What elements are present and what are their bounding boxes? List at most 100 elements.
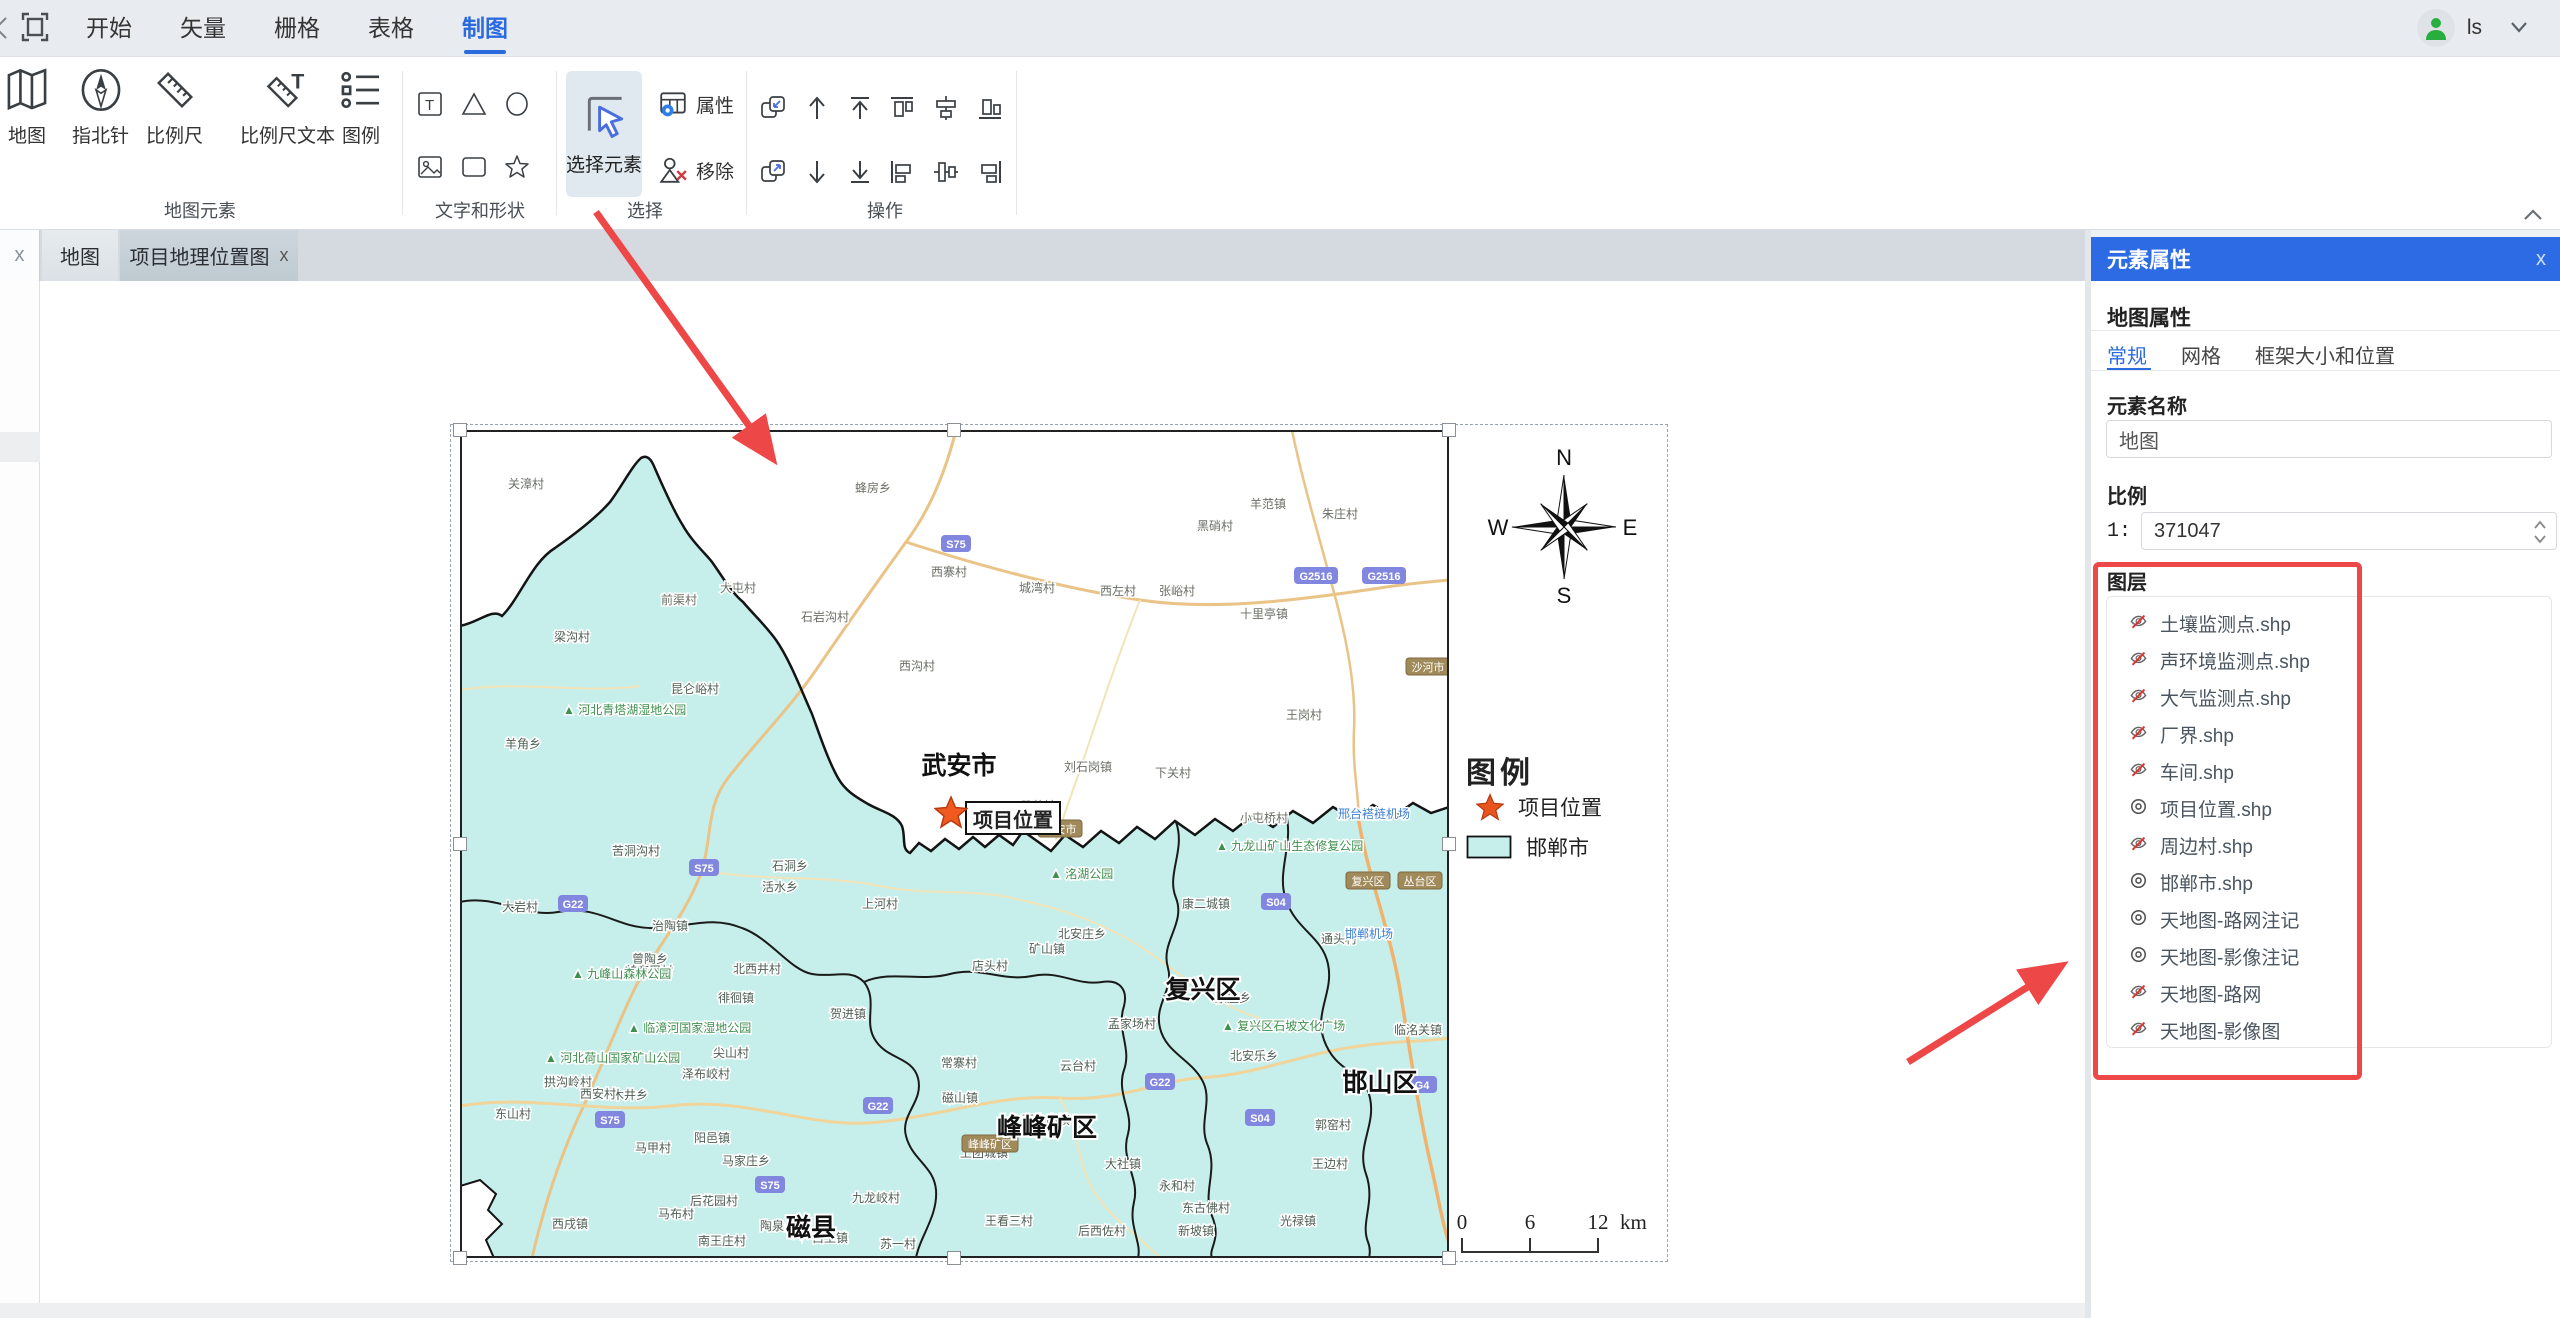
triangle-shape-icon[interactable]	[460, 90, 488, 118]
map-element-button[interactable]: 地图	[4, 67, 50, 148]
svg-text:贺进镇: 贺进镇	[830, 1007, 866, 1021]
svg-text:羊角乡: 羊角乡	[505, 736, 541, 751]
compass-rose: N S W E	[1484, 447, 1644, 607]
ribbon-divider	[556, 71, 557, 215]
tab-strip-close[interactable]: x	[0, 230, 40, 281]
svg-text:常寨村: 常寨村	[941, 1055, 977, 1070]
svg-text:泽布峧村: 泽布峧村	[682, 1066, 730, 1081]
svg-text:S75: S75	[946, 539, 966, 551]
selection-handle-w[interactable]	[453, 837, 467, 851]
svg-text:西沟村: 西沟村	[899, 659, 935, 673]
svg-text:孟家场村: 孟家场村	[1108, 1016, 1156, 1031]
tab-close-icon[interactable]: x	[280, 245, 289, 266]
svg-text:徘徊镇: 徘徊镇	[718, 991, 754, 1005]
align-top-icon[interactable]	[887, 93, 917, 123]
panel-tab-grid[interactable]: 网格	[2181, 340, 2221, 369]
rectangle-shape-icon[interactable]	[460, 153, 488, 181]
tab-map[interactable]: 地图	[42, 230, 118, 281]
svg-text:蜂房乡: 蜂房乡	[855, 480, 891, 495]
scale-spinner-input[interactable]: 371047	[2141, 512, 2557, 550]
svg-text:武安市: 武安市	[921, 751, 996, 780]
svg-text:N: N	[1556, 447, 1572, 470]
legend-fill-swatch	[1466, 835, 1512, 859]
spinner-arrows-icon[interactable]	[2532, 517, 2548, 547]
map-element-label: 地图	[8, 121, 46, 148]
scalebar-icon	[152, 67, 198, 113]
properties-icon	[658, 89, 688, 119]
properties-button[interactable]: 属性	[658, 89, 734, 119]
svg-text:石洞乡: 石洞乡	[772, 859, 808, 873]
move-down-icon[interactable]	[802, 157, 832, 187]
legend-button[interactable]: 图例	[338, 67, 384, 148]
scale-label: 比例	[2107, 480, 2147, 509]
text-box-icon[interactable]: T	[416, 90, 444, 118]
svg-text:城湾村: 城湾村	[1019, 580, 1055, 595]
scale-prefix: 1:	[2107, 520, 2131, 543]
selection-handle-s[interactable]	[947, 1251, 961, 1265]
remove-button[interactable]: 移除	[658, 155, 734, 185]
svg-text:▲ 九峰山森林公园: ▲ 九峰山森林公园	[572, 966, 671, 981]
selection-handle-n[interactable]	[947, 423, 961, 437]
align-right-icon[interactable]	[975, 157, 1005, 187]
svg-text:临洺关镇: 临洺关镇	[1394, 1022, 1442, 1037]
legend-label: 图例	[342, 121, 380, 148]
legend-item-handan: 邯郸市	[1466, 832, 1589, 862]
svg-text:邯郸机场: 邯郸机场	[1345, 926, 1393, 941]
align-center-v-icon[interactable]	[931, 157, 961, 187]
selection-handle-nw[interactable]	[453, 423, 467, 437]
remove-label: 移除	[696, 157, 734, 184]
svg-text:G22: G22	[868, 1101, 889, 1113]
legend-item-project-location: 项目位置	[1476, 792, 1602, 822]
group-operations: 操作	[760, 197, 1010, 223]
svg-text:新坡镇: 新坡镇	[1178, 1223, 1214, 1238]
ellipse-shape-icon[interactable]	[503, 90, 531, 118]
panel-tabs: 常规 网格 框架大小和位置	[2107, 340, 2395, 369]
move-up-icon[interactable]	[802, 93, 832, 123]
star-shape-icon[interactable]	[503, 153, 531, 181]
svg-text:S75: S75	[600, 1115, 620, 1127]
move-to-top-icon[interactable]	[845, 93, 875, 123]
align-center-h-icon[interactable]	[931, 93, 961, 123]
canvas-bottom-strip	[0, 1303, 2085, 1318]
panel-tab-frame[interactable]: 框架大小和位置	[2255, 340, 2395, 369]
align-bottom-icon[interactable]	[975, 93, 1005, 123]
menu-item-表格[interactable]: 表格	[344, 0, 438, 57]
chevron-down-icon[interactable]	[2494, 20, 2544, 36]
svg-text:邯山区: 邯山区	[1342, 1069, 1417, 1097]
panel-close-icon[interactable]: x	[2536, 248, 2546, 271]
panel-tab-general[interactable]: 常规	[2107, 340, 2147, 369]
select-element-button[interactable]: 选择元素	[566, 71, 642, 197]
svg-text:▲ 临漳河国家湿地公园: ▲ 临漳河国家湿地公园	[628, 1020, 751, 1035]
selection-handle-ne[interactable]	[1442, 423, 1456, 437]
selection-handle-sw[interactable]	[453, 1251, 467, 1265]
move-to-bottom-icon[interactable]	[845, 157, 875, 187]
scaletext-button[interactable]: T 比例尺文本	[240, 67, 335, 148]
scalebar-button[interactable]: 比例尺	[146, 67, 203, 148]
svg-text:东山村: 东山村	[495, 1107, 531, 1121]
svg-text:大屯村: 大屯村	[720, 581, 756, 595]
scaletext-icon: T	[265, 67, 311, 113]
element-name-input[interactable]: 地图	[2106, 420, 2552, 458]
remove-person-icon	[658, 155, 688, 185]
svg-text:郭窑村: 郭窑村	[1315, 1117, 1351, 1132]
bring-forward-icon[interactable]	[758, 157, 788, 187]
tab-project-location-map[interactable]: 项目地理位置图 x	[120, 230, 298, 281]
svg-text:后花园村: 后花园村	[690, 1193, 738, 1208]
selection-handle-se[interactable]	[1442, 1251, 1456, 1265]
menu-item-矢量[interactable]: 矢量	[156, 0, 250, 57]
send-backward-icon[interactable]	[758, 93, 788, 123]
user-area[interactable]: ls	[2417, 8, 2544, 48]
menu-item-制图[interactable]: 制图	[438, 0, 532, 57]
map-frame[interactable]: 关漳村蜂房乡黑硝村朱庄村羊范镇西寨村城湾村西左村张峪村十里亭镇石岩沟村大屯村前渠…	[460, 430, 1449, 1258]
fullscreen-frame-icon[interactable]	[20, 10, 50, 44]
north-arrow-button[interactable]: 指北针	[72, 67, 129, 148]
image-icon[interactable]	[416, 153, 444, 181]
selection-handle-e[interactable]	[1442, 837, 1456, 851]
legend-star-icon	[1476, 793, 1504, 821]
edge-fragment-icon	[0, 14, 8, 42]
collapse-ribbon-icon[interactable]	[2520, 207, 2546, 223]
menu-item-栅格[interactable]: 栅格	[250, 0, 344, 57]
north-arrow-label: 指北针	[72, 121, 129, 148]
align-left-icon[interactable]	[887, 157, 917, 187]
menu-item-开始[interactable]: 开始	[62, 0, 156, 57]
